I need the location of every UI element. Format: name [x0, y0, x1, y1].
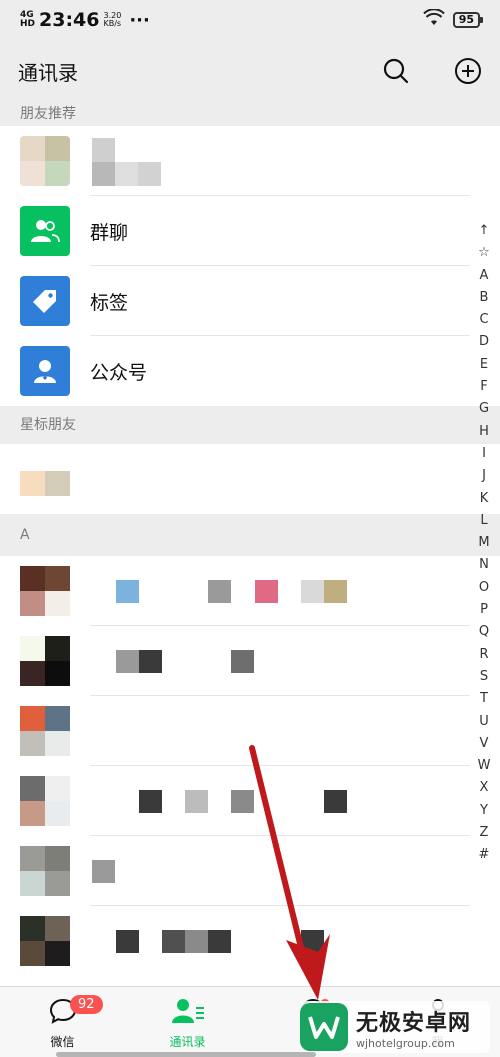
tags-label: 标签 [90, 291, 129, 314]
official-accounts-row[interactable]: 公众号 [0, 336, 500, 406]
index-letter[interactable]: ☆ [478, 242, 490, 264]
index-letter[interactable]: X [480, 777, 489, 799]
list-item[interactable] [0, 556, 500, 626]
index-letter[interactable]: Z [480, 822, 489, 844]
blurred-name [139, 790, 369, 813]
index-letter[interactable]: H [479, 421, 489, 443]
index-letter[interactable]: Q [479, 621, 489, 643]
index-letter[interactable]: Y [480, 800, 488, 822]
list-item[interactable] [0, 626, 500, 696]
search-icon[interactable] [382, 57, 410, 85]
home-indicator [56, 1052, 316, 1057]
watermark-title: 无极安卓网 [356, 1010, 472, 1036]
watermark-logo-icon [300, 1003, 348, 1051]
unread-badge: 92 [70, 995, 103, 1014]
nav-bar: 通讯录 [0, 40, 500, 102]
index-letter[interactable]: O [479, 577, 489, 599]
section-letter-a: A [0, 514, 500, 556]
speed-unit: KB/s [103, 19, 122, 28]
index-letter[interactable]: R [479, 644, 488, 666]
blurred-name [116, 650, 276, 673]
blurred-name [116, 930, 326, 953]
index-letter[interactable]: B [480, 287, 489, 309]
avatar [20, 566, 70, 616]
index-letter[interactable]: W [478, 755, 491, 777]
tag-icon [20, 276, 70, 326]
index-letter[interactable]: U [479, 711, 489, 733]
index-letter[interactable]: P [480, 599, 488, 621]
recommended-friend-row[interactable] [0, 126, 500, 196]
index-letter[interactable]: ↑ [479, 220, 490, 242]
list-item[interactable] [0, 906, 500, 976]
index-letter[interactable]: M [478, 532, 489, 554]
list-item[interactable] [0, 836, 500, 906]
blurred-name [116, 580, 356, 603]
list-item[interactable] [0, 766, 500, 836]
index-letter[interactable]: V [480, 733, 489, 755]
page-title: 通讯录 [18, 60, 78, 85]
index-letter[interactable]: L [480, 510, 487, 532]
tags-row[interactable]: 标签 [0, 266, 500, 336]
alphabet-index[interactable]: ↑ ☆ A B C D E F G H I J K L M N O P Q R S T U V W X Y Z # [476, 220, 492, 867]
group-chat-row[interactable]: 群聊 [0, 196, 500, 266]
index-letter[interactable]: E [480, 354, 488, 376]
tab-contacts[interactable]: 通讯录 [125, 987, 250, 1057]
official-accounts-label: 公众号 [90, 361, 148, 384]
avatar [20, 636, 70, 686]
battery-icon: 95 [452, 12, 484, 28]
index-letter[interactable]: D [479, 331, 489, 353]
avatar [20, 136, 70, 186]
add-icon[interactable] [454, 57, 482, 85]
contacts-icon [171, 997, 205, 1029]
wifi-icon [422, 8, 445, 32]
starred-list [0, 444, 500, 514]
tab-label: 通讯录 [169, 1035, 206, 1049]
avatar [20, 776, 70, 826]
tab-chats[interactable]: 92 微信 [0, 987, 125, 1057]
starred-friend-row[interactable] [0, 444, 500, 514]
blurred-name [92, 860, 115, 883]
network-sub: HD [20, 19, 36, 29]
section-starred: 星标朋友 [0, 406, 500, 444]
avatar [20, 706, 70, 756]
blurred-name [92, 138, 162, 186]
index-letter[interactable]: N [479, 554, 489, 576]
status-bar: 4G HD 23:46 3.20 KB/s ··· 95 [0, 0, 500, 40]
index-letter[interactable]: F [480, 376, 487, 398]
tab-label: 微信 [50, 1035, 75, 1049]
contact-list-a [0, 556, 500, 986]
index-letter[interactable]: J [482, 465, 486, 487]
avatar [20, 454, 70, 504]
watermark: 无极安卓网 wjhotelgroup.com [300, 1001, 490, 1053]
avatar [20, 916, 70, 966]
list-item[interactable] [0, 696, 500, 766]
index-letter[interactable]: G [479, 398, 489, 420]
avatar [20, 846, 70, 896]
index-letter[interactable]: A [480, 265, 489, 287]
clock: 23:46 [39, 9, 100, 31]
group-chat-label: 群聊 [90, 221, 129, 244]
index-letter[interactable]: I [482, 443, 486, 465]
index-letter[interactable]: K [480, 488, 489, 510]
index-letter[interactable]: T [480, 688, 488, 710]
section-recommend: 朋友推荐 [0, 102, 500, 126]
network-indicator: 4G HD [20, 11, 35, 29]
index-letter[interactable]: C [479, 309, 488, 331]
group-chat-icon [20, 206, 70, 256]
official-account-icon [20, 346, 70, 396]
index-letter[interactable]: # [479, 844, 490, 866]
watermark-url: wjhotelgroup.com [356, 1036, 455, 1050]
network-speed: 3.20 KB/s [104, 12, 122, 28]
more-notifications: ··· [129, 9, 150, 31]
contact-list-top: 群聊 标签 公众号 [0, 126, 500, 406]
index-letter[interactable]: S [480, 666, 488, 688]
